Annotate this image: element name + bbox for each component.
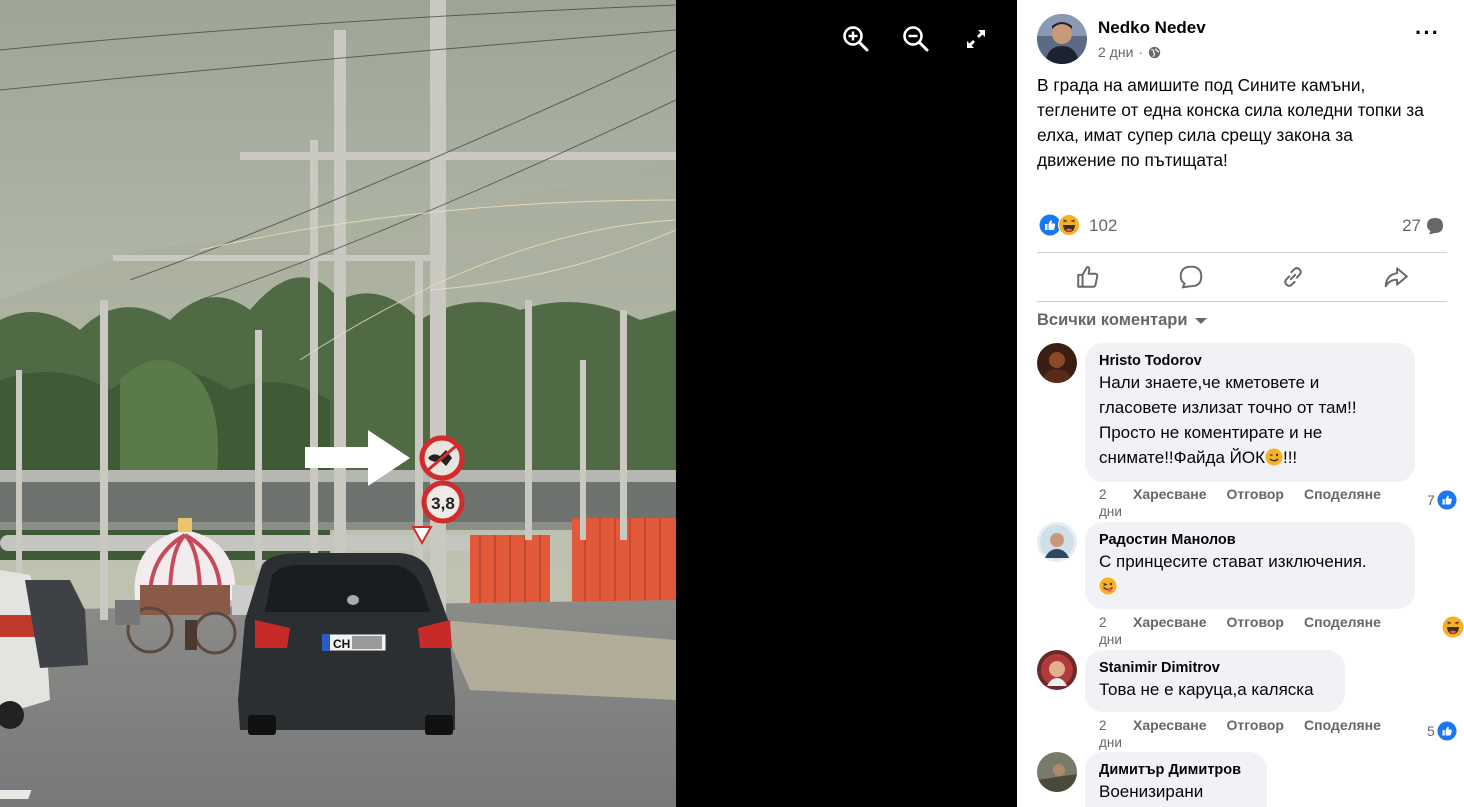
reaction-count[interactable]: 102 bbox=[1089, 216, 1117, 236]
post-actions bbox=[1037, 252, 1447, 302]
fullscreen-icon[interactable] bbox=[958, 24, 994, 54]
comments-filter-label: Всички коментари bbox=[1037, 311, 1188, 329]
post-stats: 102 27 bbox=[1037, 212, 1447, 240]
comment-bubble: Димитър Димитров Военизирани bbox=[1085, 752, 1267, 807]
comment-like-button[interactable]: Харесване bbox=[1133, 614, 1207, 648]
copy-link-button[interactable] bbox=[1242, 253, 1345, 301]
comment-reaction-count: 7 bbox=[1427, 492, 1435, 508]
comment-line: Нали знаете,че кметовете и bbox=[1099, 373, 1320, 392]
comment-actions: 2 дни Харесване Отговор Споделяне bbox=[1099, 717, 1401, 751]
post-text: В града на амишите под Сините камъни, те… bbox=[1037, 75, 1424, 170]
like-reaction-icon bbox=[1437, 721, 1457, 741]
zoom-out-icon[interactable] bbox=[898, 24, 934, 54]
comment-reply-button[interactable]: Отговор bbox=[1227, 614, 1284, 648]
comment-time[interactable]: 2 дни bbox=[1099, 486, 1133, 520]
comment-count-number: 27 bbox=[1402, 216, 1421, 235]
comment-share-button[interactable]: Споделяне bbox=[1304, 486, 1381, 520]
author-avatar[interactable] bbox=[1037, 14, 1087, 64]
photo-viewer: 3,8 CH bbox=[0, 0, 1017, 807]
comment-line: Просто не коментирате и не bbox=[1099, 423, 1323, 442]
comment-share-button[interactable]: Споделяне bbox=[1304, 614, 1381, 648]
comment-bubble: Hristo Todorov Нали знаете,че кметовете … bbox=[1085, 343, 1415, 482]
commenter-avatar[interactable] bbox=[1037, 343, 1077, 383]
comment-line: гласовете излизат точно от там!! bbox=[1099, 398, 1357, 417]
zoom-in-icon[interactable] bbox=[838, 24, 874, 54]
share-icon bbox=[1384, 267, 1408, 288]
tongue-wink-emoji-icon bbox=[1099, 577, 1117, 595]
commenter-avatar[interactable] bbox=[1037, 650, 1077, 690]
sign-plate: 3,8 bbox=[431, 494, 455, 513]
dot-separator: · bbox=[1138, 44, 1144, 60]
comment-time-unit: дни bbox=[1099, 735, 1122, 750]
globe-icon bbox=[1148, 46, 1161, 58]
comment-share-button[interactable]: Споделяне bbox=[1304, 717, 1381, 751]
share-link-icon bbox=[1284, 267, 1303, 287]
like-icon bbox=[1077, 266, 1099, 288]
comment-like-button[interactable]: Харесване bbox=[1133, 486, 1207, 520]
wink-emoji-icon bbox=[1265, 448, 1283, 466]
comment-time-unit: дни bbox=[1099, 632, 1122, 647]
author-name[interactable]: Nedko Nedev bbox=[1098, 18, 1206, 38]
post-photo[interactable]: 3,8 CH bbox=[0, 0, 676, 807]
commenter-name[interactable]: Димитър Димитров bbox=[1099, 761, 1253, 779]
comment-bubble: Радостин Манолов С принцесите стават изк… bbox=[1085, 522, 1415, 609]
comment-like-button[interactable]: Харесване bbox=[1133, 717, 1207, 751]
more-icon[interactable]: ··· bbox=[1415, 22, 1440, 44]
comment-time[interactable]: 2 дни bbox=[1099, 614, 1133, 648]
comment-actions: 2 дни Харесване Отговор Споделяне bbox=[1099, 614, 1401, 648]
comment-reactions[interactable]: 5 bbox=[1427, 721, 1457, 741]
comment-bubble-icon bbox=[1427, 218, 1443, 235]
comment-time-number: 2 bbox=[1099, 718, 1107, 733]
comment-time-number: 2 bbox=[1099, 615, 1107, 630]
comment-reactions[interactable] bbox=[1442, 616, 1464, 638]
comment-emoji-line bbox=[1099, 574, 1401, 599]
comment-reaction-count: 5 bbox=[1427, 723, 1435, 739]
comment-button[interactable] bbox=[1140, 253, 1243, 301]
commenter-name[interactable]: Stanimir Dimitrov bbox=[1099, 659, 1331, 677]
commenter-name[interactable]: Радостин Манолов bbox=[1099, 531, 1401, 549]
comment-last-line: снимате!!Файда ЙОК!!! bbox=[1099, 445, 1401, 470]
comment-reply-button[interactable]: Отговор bbox=[1227, 486, 1284, 520]
svg-text:CH: CH bbox=[333, 637, 350, 651]
viewer-toolbar bbox=[838, 24, 994, 54]
post-time[interactable]: 2 дни bbox=[1098, 44, 1133, 60]
comment-time-number: 2 bbox=[1099, 487, 1107, 502]
commenter-avatar[interactable] bbox=[1037, 752, 1077, 792]
comment-line: Това не е каруца,а каляска bbox=[1099, 680, 1314, 699]
commenter-avatar[interactable] bbox=[1037, 522, 1077, 562]
comments-filter[interactable]: Всички коментари bbox=[1037, 311, 1208, 330]
comment-line: С принцесите стават изключения. bbox=[1099, 552, 1367, 571]
comment-count[interactable]: 27 bbox=[1402, 216, 1445, 236]
comment-actions: 2 дни Харесване Отговор Споделяне bbox=[1099, 486, 1401, 520]
post-meta: 2 дни · bbox=[1098, 44, 1161, 60]
comment-bubble: Stanimir Dimitrov Това не е каруца,а кал… bbox=[1085, 650, 1345, 712]
post-header: Nedko Nedev 2 дни · ··· bbox=[1037, 14, 1444, 66]
commenter-name[interactable]: Hristo Todorov bbox=[1099, 352, 1401, 370]
comment-reactions[interactable]: 7 bbox=[1427, 490, 1457, 510]
reactions-summary[interactable] bbox=[1039, 214, 1080, 236]
haha-reaction-icon bbox=[1442, 616, 1464, 638]
comment-icon bbox=[1179, 265, 1203, 289]
chevron-down-icon bbox=[1194, 317, 1207, 324]
haha-reaction-icon bbox=[1058, 214, 1080, 236]
comment-tail: !!! bbox=[1282, 448, 1298, 467]
post-panel: Nedko Nedev 2 дни · ··· В града на амиши… bbox=[1017, 0, 1464, 807]
share-button[interactable] bbox=[1345, 253, 1448, 301]
comment-reply-button[interactable]: Отговор bbox=[1227, 717, 1284, 751]
comment-line: Военизирани bbox=[1099, 782, 1204, 801]
comment-time[interactable]: 2 дни bbox=[1099, 717, 1133, 751]
comment-line: снимате!!Файда ЙОК bbox=[1099, 448, 1265, 467]
comment-time-unit: дни bbox=[1099, 504, 1122, 519]
like-reaction-icon bbox=[1437, 490, 1457, 510]
like-button[interactable] bbox=[1037, 253, 1140, 301]
